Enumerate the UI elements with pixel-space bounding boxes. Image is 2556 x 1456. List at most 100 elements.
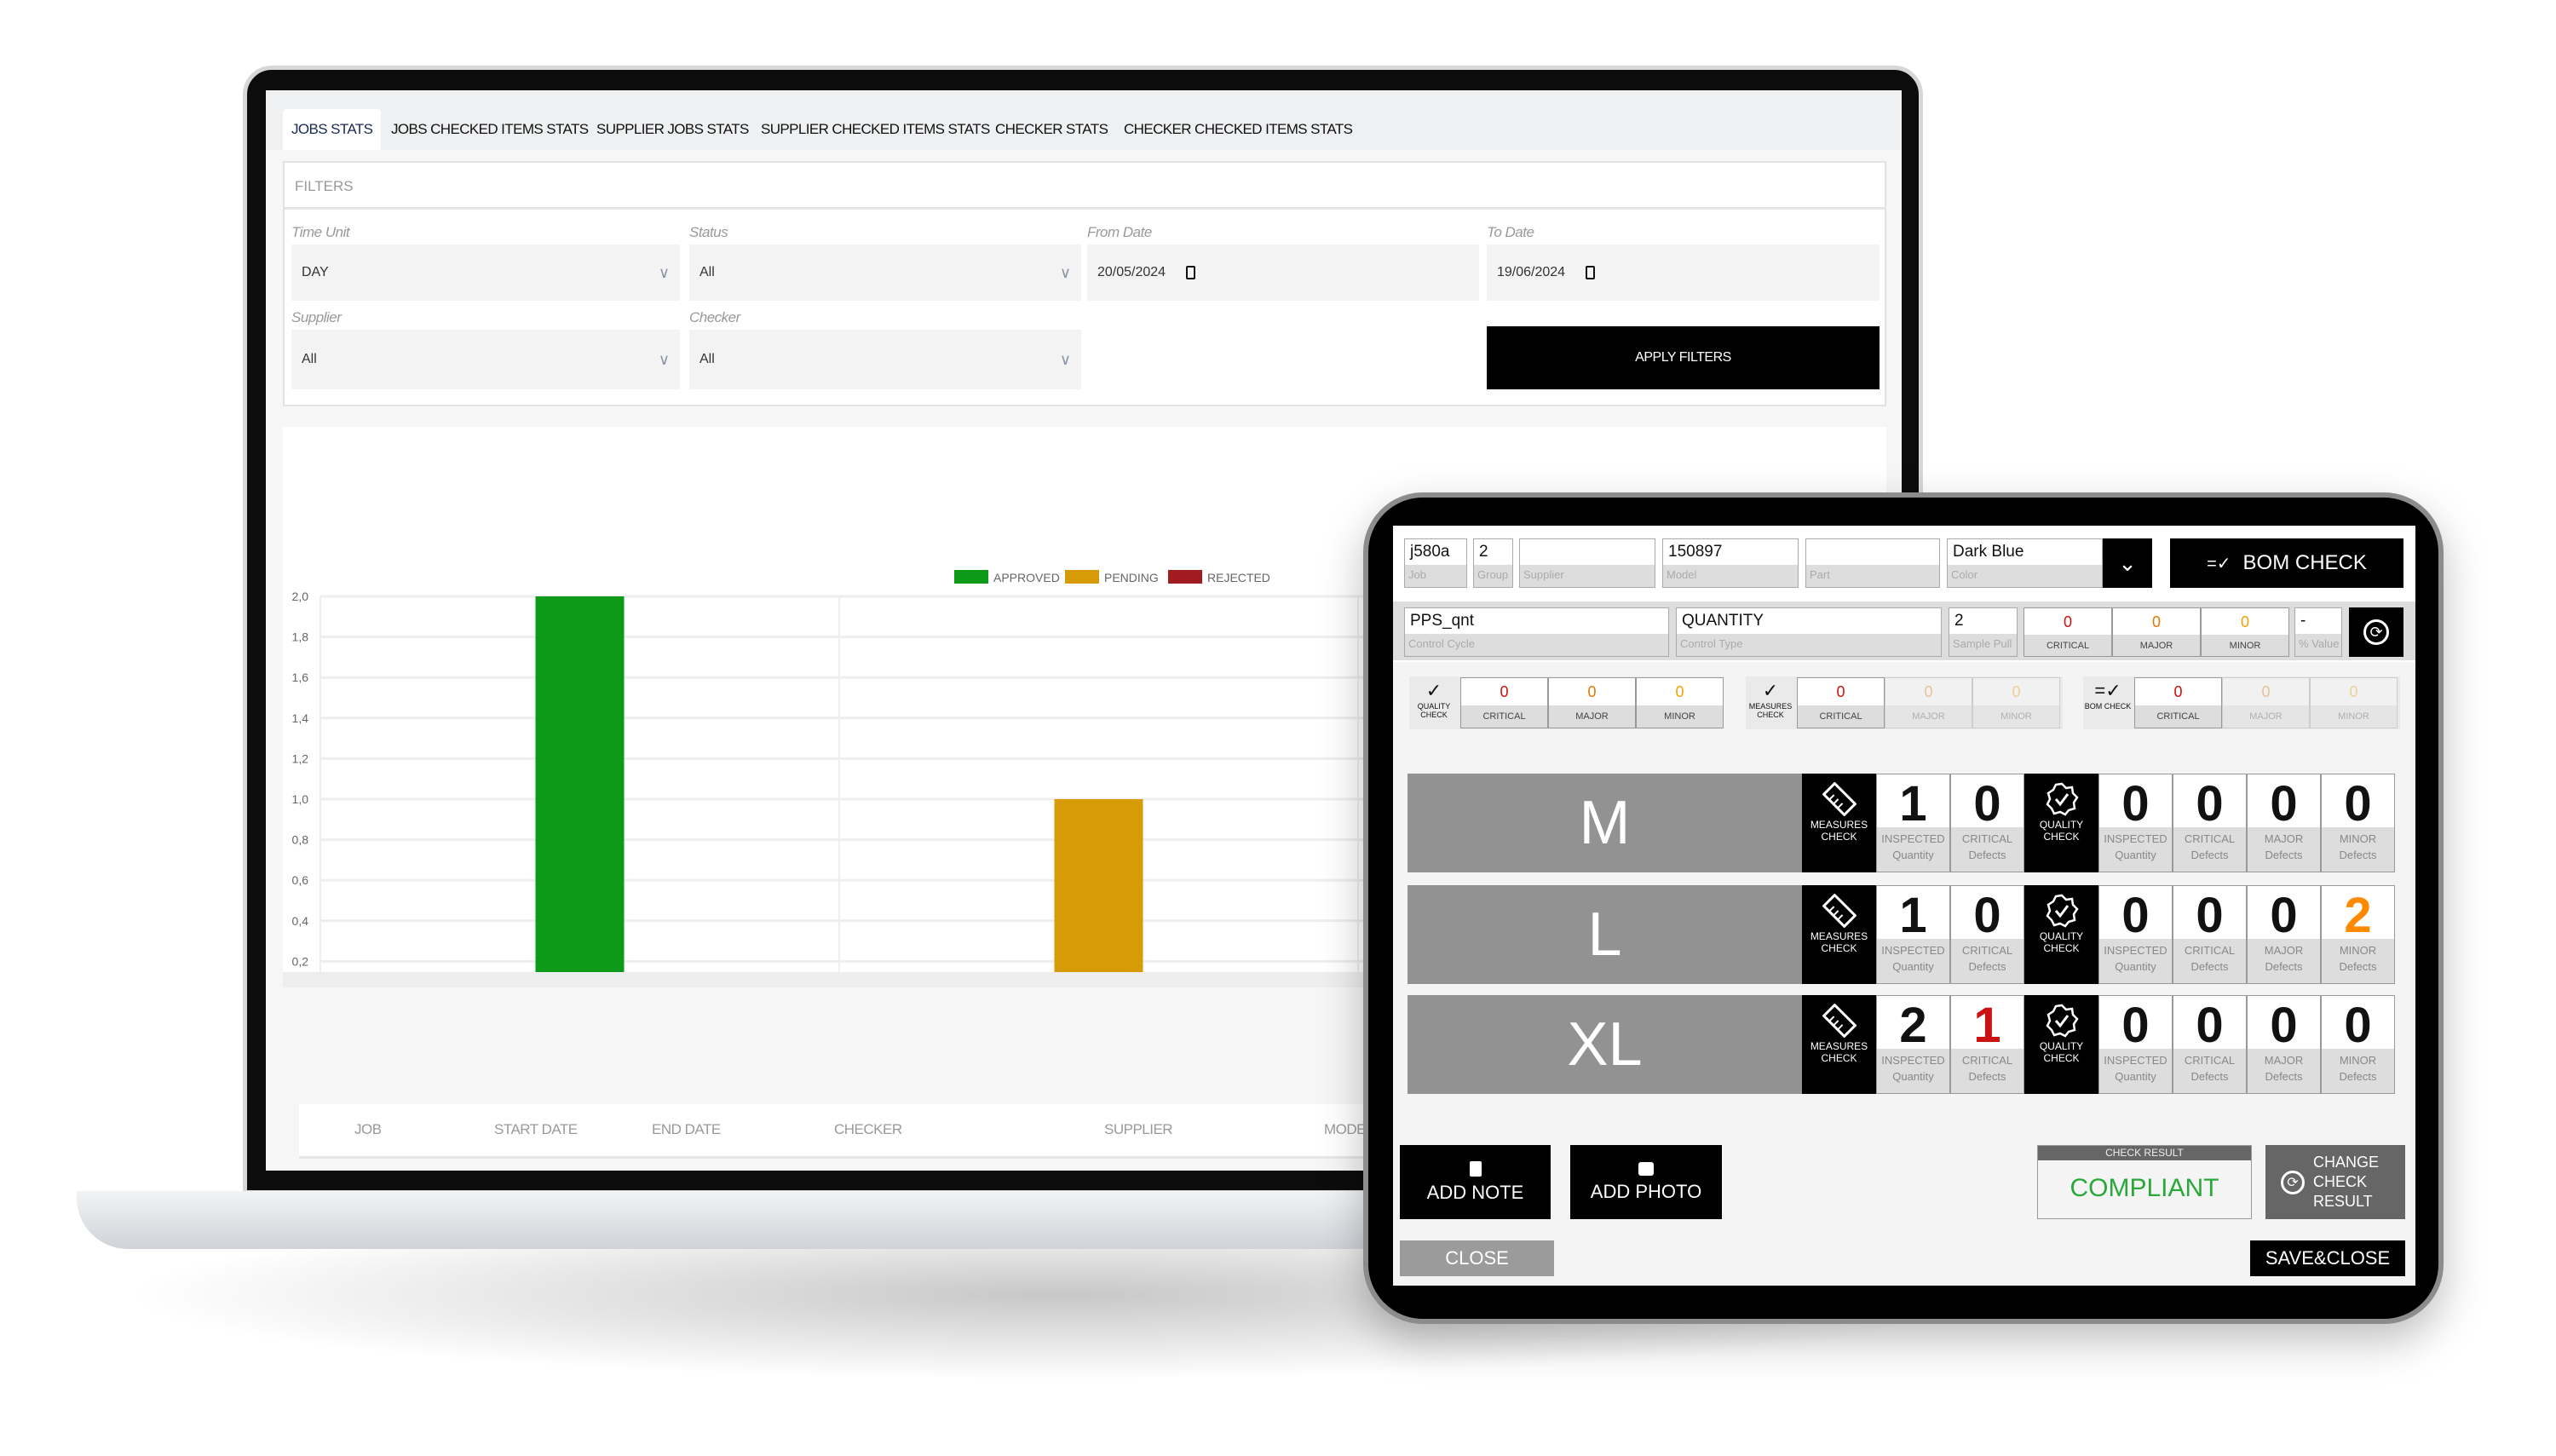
to-date-label: To Date — [1487, 224, 1534, 240]
y-tick-label: 0,8 — [292, 833, 309, 847]
quality-inspected-value: 0 — [2121, 888, 2150, 943]
refresh-icon: ⟳ — [2363, 619, 2389, 645]
control-type-label: Control Type — [1677, 634, 1941, 656]
color-field[interactable]: Dark Blue Color — [1947, 538, 2103, 588]
column-header-checker[interactable]: CHECKER — [834, 1121, 902, 1138]
add-photo-button[interactable]: ADD PHOTO — [1570, 1145, 1722, 1219]
measures-critical-label: CRITICAL Defects — [1951, 1048, 2024, 1093]
summary-group-label: BOM CHECK — [2084, 702, 2132, 711]
size-row-m[interactable]: M MEASURES CHECK 1 INSPECTED Quantity 0 CRITICA… — [1408, 774, 2396, 872]
refresh-button[interactable]: ⟳ — [2349, 607, 2403, 657]
apply-filters-button[interactable]: APPLY FILTERS — [1487, 326, 1880, 389]
part-field[interactable]: Part — [1805, 538, 1940, 588]
measures-critical-label: CRITICAL Defects — [1951, 826, 2024, 872]
summary-minor: 0 MINOR — [2310, 677, 2398, 728]
change-check-result-button[interactable]: ⟳ CHANGE CHECK RESULT — [2265, 1145, 2405, 1219]
checker-select[interactable]: All ∨ — [689, 330, 1081, 389]
status-label: Status — [689, 224, 728, 240]
control-cycle-value: PPS_qnt — [1410, 612, 1474, 630]
summary-label: MAJOR — [1549, 705, 1635, 728]
y-tick-label: 0,4 — [292, 914, 309, 928]
note-icon — [1469, 1160, 1482, 1177]
measures-inspected-value: 1 — [1899, 776, 1927, 832]
quality-major-value: 0 — [2270, 776, 2298, 832]
summary-label: MINOR — [1973, 705, 2059, 728]
tab-checker-checked-items-stats[interactable]: CHECKER CHECKED ITEMS STATS — [1124, 109, 1353, 150]
column-header-job[interactable]: JOB — [354, 1121, 382, 1138]
aql-minor-label: MINOR — [2202, 634, 2288, 656]
status-value: All — [699, 265, 715, 279]
legend-swatch-pending — [1065, 570, 1099, 584]
supplier-select[interactable]: All ∨ — [291, 330, 680, 389]
summary-minor: 0 MINOR — [1636, 677, 1724, 728]
quality-minor: 0 MINOR Defects — [2321, 995, 2395, 1094]
quality-minor-label: MINOR Defects — [2322, 938, 2394, 983]
quality-major-label: MAJOR Defects — [2248, 1048, 2320, 1093]
size-label: M — [1408, 774, 1802, 872]
legend-label-pending: PENDING — [1104, 571, 1159, 584]
size-row-l[interactable]: L MEASURES CHECK 1 INSPECTED Quantity 0 CRITICA… — [1408, 885, 2396, 984]
measures-inspected-value: 1 — [1899, 888, 1927, 943]
tab-supplier-checked-items-stats[interactable]: SUPPLIER CHECKED ITEMS STATS — [761, 109, 990, 150]
quality-critical: 0 CRITICAL Defects — [2173, 885, 2247, 984]
quality-check-icon: ✓ QUALITY CHECK — [1417, 680, 1451, 719]
measures-check-column: MEASURES CHECK — [1802, 885, 1876, 984]
size-row-xl[interactable]: XL MEASURES CHECK 2 INSPECTED Quantity 1 CRITIC… — [1408, 995, 2396, 1094]
color-label: Color — [1948, 565, 2102, 587]
quality-critical: 0 CRITICAL Defects — [2173, 995, 2247, 1094]
bar-approved — [535, 596, 625, 1002]
quality-check-label: QUALITY CHECK — [2039, 1040, 2084, 1064]
control-cycle-field[interactable]: PPS_qnt Control Cycle — [1404, 607, 1669, 657]
measures-critical-value: 1 — [1973, 998, 2001, 1053]
tab-jobs-checked-items-stats[interactable]: JOBS CHECKED ITEMS STATS — [391, 109, 589, 150]
time-unit-select[interactable]: DAY ∨ — [291, 245, 680, 301]
quality-minor-value: 2 — [2344, 888, 2372, 943]
add-photo-label: ADD PHOTO — [1590, 1180, 1702, 1202]
summary-critical: 0 CRITICAL — [1797, 677, 1885, 728]
to-date-input[interactable]: 19/06/2024 — [1487, 245, 1880, 301]
column-header-start-date[interactable]: START DATE — [494, 1121, 578, 1138]
tablet-screen: j580a Job 2 Group Supplier 150897 Model Par… — [1393, 526, 2415, 1286]
quality-minor-label: MINOR Defects — [2322, 826, 2394, 872]
y-tick-label: 1,0 — [292, 792, 309, 806]
checker-value: All — [699, 352, 715, 366]
column-header-end-date[interactable]: END DATE — [652, 1121, 721, 1138]
group-field[interactable]: 2 Group — [1473, 538, 1513, 588]
quality-major-value: 0 — [2270, 888, 2298, 943]
chevron-down-icon: ∨ — [658, 350, 670, 368]
supplier-label: Supplier — [1520, 565, 1655, 587]
calendar-icon[interactable] — [1186, 266, 1196, 279]
aql-major-label: MAJOR — [2113, 634, 2200, 656]
add-note-button[interactable]: ADD NOTE — [1400, 1145, 1551, 1219]
measures-inspected-label: INSPECTED Quantity — [1877, 826, 1949, 872]
model-field[interactable]: 150897 Model — [1662, 538, 1799, 588]
calendar-icon[interactable] — [1586, 266, 1596, 279]
tab-jobs-stats[interactable]: JOBS STATS — [283, 109, 382, 150]
measures-critical-value: 0 — [1973, 888, 2001, 943]
aql-critical-label: CRITICAL — [2024, 634, 2111, 656]
quality-minor-value: 0 — [2344, 776, 2372, 832]
from-date-input[interactable]: 20/05/2024 — [1087, 245, 1479, 301]
job-field[interactable]: j580a Job — [1404, 538, 1467, 588]
bom-check-button[interactable]: =✓ BOM CHECK — [2170, 538, 2403, 588]
tab-supplier-jobs-stats[interactable]: SUPPLIER JOBS STATS — [596, 109, 749, 150]
from-date-label: From Date — [1087, 224, 1152, 240]
supplier-field[interactable]: Supplier — [1519, 538, 1655, 588]
color-dropdown-button[interactable]: ⌄ — [2103, 538, 2152, 588]
sample-pull-field[interactable]: 2 Sample Pull — [1949, 607, 2018, 657]
save-close-button[interactable]: SAVE&CLOSE — [2250, 1240, 2405, 1276]
time-unit-label: Time Unit — [291, 224, 350, 240]
column-header-supplier[interactable]: SUPPLIER — [1104, 1121, 1173, 1138]
quality-check-label: QUALITY CHECK — [2039, 819, 2084, 843]
status-select[interactable]: All ∨ — [689, 245, 1081, 301]
part-label: Part — [1806, 565, 1939, 587]
quality-check-label: QUALITY CHECK — [2039, 930, 2084, 954]
close-button[interactable]: CLOSE — [1400, 1240, 1554, 1276]
summary-value: 0 — [2173, 683, 2183, 700]
summary-critical: 0 CRITICAL — [2134, 677, 2222, 728]
model-label: Model — [1663, 565, 1798, 587]
tab-checker-stats[interactable]: CHECKER STATS — [995, 109, 1108, 150]
control-type-field[interactable]: QUANTITY Control Type — [1676, 607, 1942, 657]
percent-value-field[interactable]: - % Value — [2294, 607, 2342, 657]
refresh-icon: ⟳ — [2281, 1170, 2305, 1194]
